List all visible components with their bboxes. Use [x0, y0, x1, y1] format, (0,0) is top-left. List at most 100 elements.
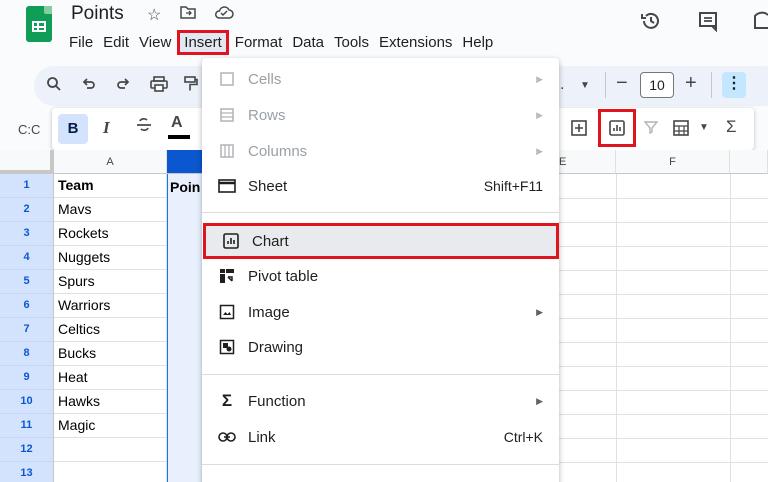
undo-icon[interactable] [80, 76, 96, 97]
cell-a7[interactable]: Celtics [54, 318, 167, 342]
document-title[interactable]: Points [71, 3, 124, 25]
menu-insert[interactable]: Insert [177, 29, 229, 55]
menu-help[interactable]: Help [457, 32, 498, 53]
move-folder-icon[interactable] [180, 5, 196, 24]
image-icon [202, 304, 248, 320]
menu-item-cells[interactable]: Cells ▶ [202, 61, 559, 97]
row-header[interactable]: 13 [0, 462, 54, 482]
row-header[interactable]: 5 [0, 270, 54, 294]
meet-icon[interactable] [752, 10, 768, 38]
cell-a6[interactable]: Warriors [54, 294, 167, 318]
menu-item-drawing[interactable]: Drawing [202, 329, 559, 365]
version-history-icon[interactable] [640, 10, 662, 38]
italic-button[interactable]: I [103, 118, 110, 138]
cell-a2[interactable]: Mavs [54, 198, 167, 222]
more-options-icon[interactable]: ⋮ [722, 72, 746, 98]
gridline [558, 198, 768, 199]
name-box[interactable]: C:C [18, 122, 40, 137]
menu-item-columns[interactable]: Columns ▶ [202, 133, 559, 169]
link-icon [202, 431, 248, 443]
cloud-status-icon[interactable] [214, 5, 234, 24]
filter-views-icon[interactable] [673, 119, 693, 141]
menu-item-function[interactable]: Σ Function ▶ [202, 383, 559, 419]
column-header-a[interactable]: A [54, 150, 167, 174]
redo-icon[interactable] [116, 76, 132, 97]
row-header[interactable]: 6 [0, 294, 54, 318]
menu-item-pivot-table[interactable]: Pivot table [202, 258, 559, 294]
decrease-font-size-icon[interactable]: − [616, 72, 628, 95]
row-header[interactable]: 9 [0, 366, 54, 390]
menu-item-chart[interactable]: Chart [203, 223, 559, 259]
row-header[interactable]: 3 [0, 222, 54, 246]
gridline [558, 222, 768, 223]
pivot-table-icon [202, 268, 248, 284]
column-header-g[interactable] [730, 150, 768, 174]
print-icon[interactable] [150, 76, 168, 97]
row-header[interactable]: 10 [0, 390, 54, 414]
menu-item-image[interactable]: Image ▶ [202, 294, 559, 330]
select-all-corner[interactable] [0, 150, 54, 174]
insert-chart-button[interactable] [598, 109, 636, 147]
row-header[interactable]: 7 [0, 318, 54, 342]
menu-format[interactable]: Format [230, 32, 288, 53]
cells-region[interactable] [558, 174, 768, 482]
column-header-b[interactable] [167, 150, 203, 174]
row-header[interactable]: 11 [0, 414, 54, 438]
menu-item-sheet[interactable]: Sheet Shift+F11 [202, 168, 559, 204]
menu-edit[interactable]: Edit [98, 32, 134, 53]
row-header[interactable]: 1 [0, 174, 54, 198]
cell-a4[interactable]: Nuggets [54, 246, 167, 270]
sigma-icon: Σ [221, 391, 233, 410]
comments-icon[interactable] [697, 10, 719, 38]
bold-button[interactable]: B [58, 114, 88, 144]
menu-item-link[interactable]: Link Ctrl+K [202, 419, 559, 455]
filter-icon[interactable] [643, 120, 659, 138]
gridline [616, 174, 617, 482]
gridline [558, 318, 768, 319]
cell-a8[interactable]: Bucks [54, 342, 167, 366]
row-header[interactable]: 8 [0, 342, 54, 366]
gridline [558, 414, 768, 415]
cell-a5[interactable]: Spurs [54, 270, 167, 294]
cell-a10[interactable]: Hawks [54, 390, 167, 414]
cell-a1[interactable]: Team [54, 174, 167, 198]
chart-icon [609, 120, 625, 136]
cell-a3[interactable]: Rockets [54, 222, 167, 246]
menu-divider [202, 374, 559, 375]
functions-button[interactable]: Σ [726, 117, 737, 137]
font-menu-fragment[interactable]: . [560, 76, 564, 94]
cell-a9[interactable]: Heat [54, 366, 167, 390]
sheets-logo-icon[interactable] [26, 6, 52, 42]
increase-font-size-icon[interactable]: + [685, 72, 697, 95]
selected-column-b[interactable] [167, 174, 203, 482]
menu-tools[interactable]: Tools [329, 32, 374, 53]
menu-item-label: Chart [252, 232, 289, 250]
insert-comment-icon[interactable] [570, 119, 588, 141]
shortcut-text: Ctrl+K [503, 429, 543, 445]
search-menus-icon[interactable] [46, 76, 62, 97]
cell-a13[interactable] [54, 462, 167, 482]
menu-data[interactable]: Data [287, 32, 329, 53]
gridline [558, 246, 768, 247]
row-header[interactable]: 2 [0, 198, 54, 222]
column-header-f[interactable]: F [616, 150, 730, 174]
font-size-input[interactable]: 10 [640, 72, 674, 98]
cell-a11[interactable]: Magic [54, 414, 167, 438]
menu-item-rows[interactable]: Rows ▶ [202, 97, 559, 133]
submenu-arrow-icon: ▶ [536, 73, 543, 84]
row-header[interactable]: 4 [0, 246, 54, 270]
menu-extensions[interactable]: Extensions [374, 32, 457, 53]
strikethrough-icon[interactable] [136, 116, 152, 139]
row-header[interactable]: 12 [0, 438, 54, 462]
star-icon[interactable]: ☆ [147, 5, 161, 25]
menu-view[interactable]: View [134, 32, 176, 53]
drawing-icon [202, 339, 248, 355]
menu-file[interactable]: File [64, 32, 98, 53]
column-header-e[interactable]: E [558, 150, 616, 174]
text-color-button[interactable]: A [171, 114, 183, 132]
paint-format-icon[interactable] [184, 76, 198, 97]
cell-a12[interactable] [54, 438, 167, 462]
filter-views-dropdown-icon[interactable]: ▼ [699, 122, 709, 133]
columns-icon [202, 143, 248, 159]
font-dropdown-arrow-icon[interactable]: ▼ [580, 80, 590, 91]
